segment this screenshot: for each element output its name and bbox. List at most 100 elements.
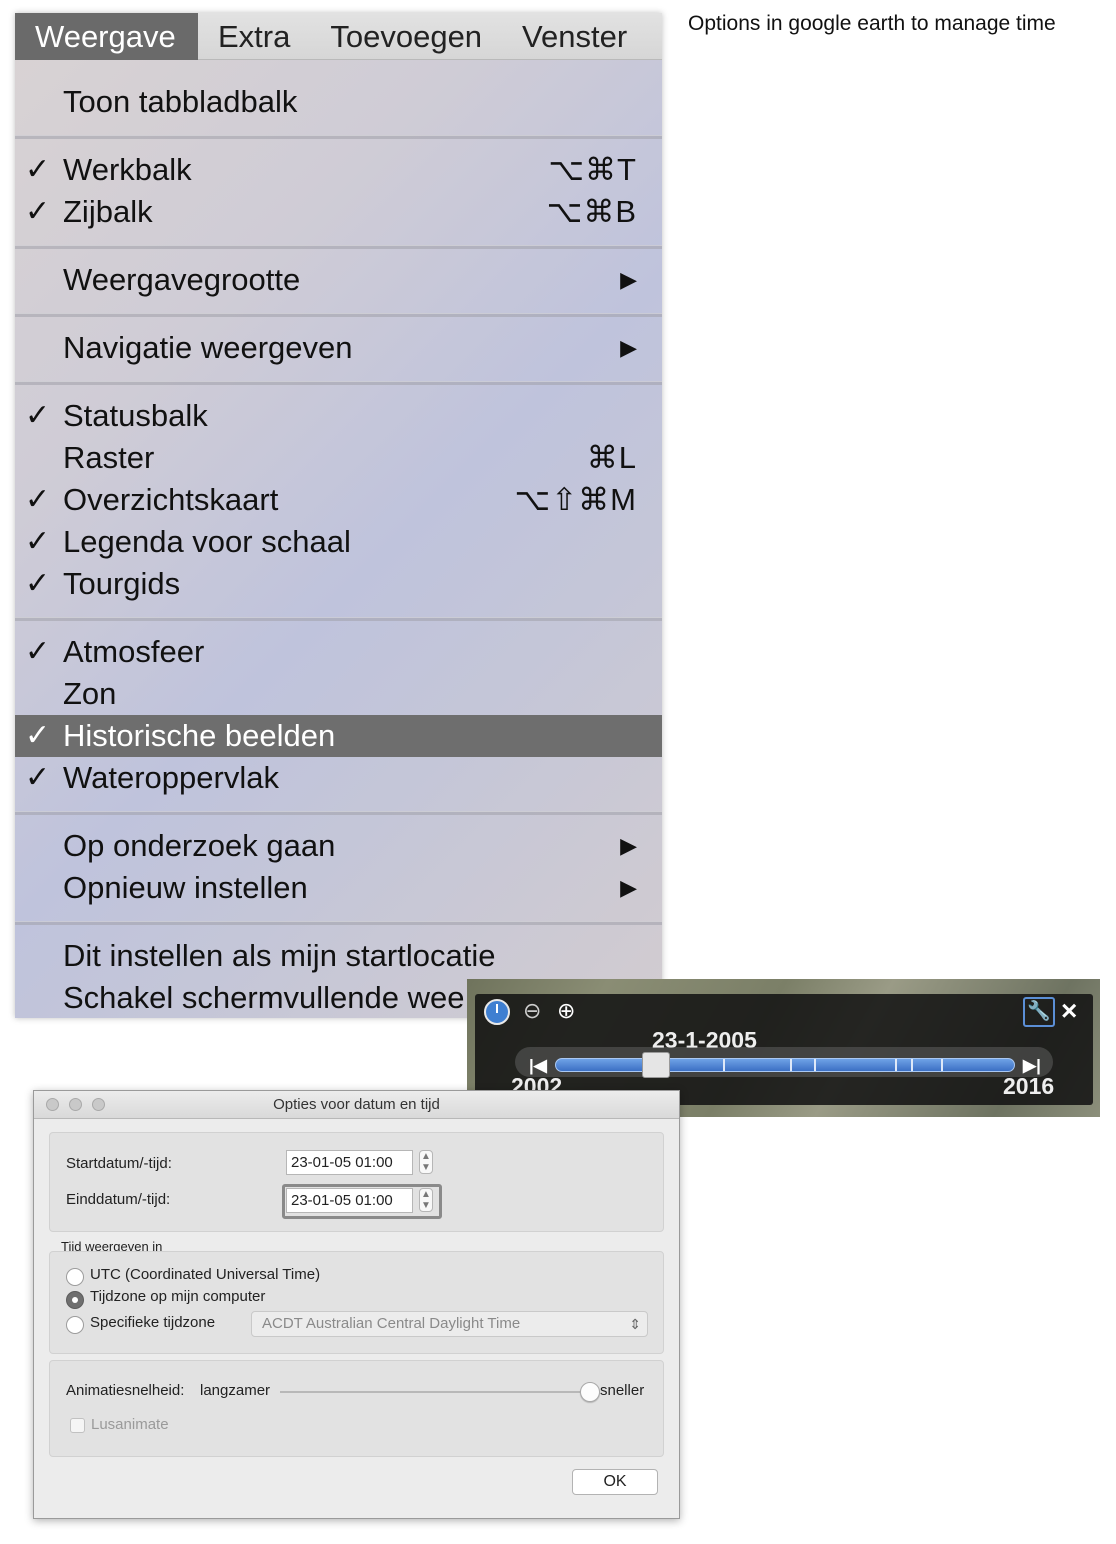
checkmark-icon: ✓ — [25, 567, 51, 600]
close-icon[interactable]: × — [1061, 996, 1077, 1026]
menu-separator — [15, 381, 662, 385]
submenu-arrow-icon: ▶ — [620, 335, 637, 360]
keyboard-shortcut: ⌘L — [586, 440, 637, 475]
slower-label: langzamer — [200, 1382, 271, 1399]
checkmark-icon: ✓ — [25, 635, 51, 668]
timezone-select[interactable]: ACDT Australian Central Daylight Time ⇕ — [251, 1311, 648, 1337]
caption-text: Options in google earth to manage time — [688, 12, 1056, 35]
keyboard-shortcut: ⌥⌘B — [546, 194, 637, 229]
end-datetime-stepper[interactable]: ▲ ▼ — [419, 1188, 433, 1212]
timeline-tick — [723, 1059, 725, 1071]
menu-separator — [15, 921, 662, 925]
menu-item-label: Schakel schermvullende wee — [63, 980, 465, 1015]
local-timezone-radio[interactable] — [66, 1291, 84, 1309]
menu-separator — [15, 245, 662, 249]
utc-radio-label: UTC (Coordinated Universal Time) — [90, 1266, 321, 1283]
menu-item-zon[interactable]: Zon — [15, 673, 662, 715]
zoom-in-icon[interactable]: ⊕ — [557, 998, 575, 1024]
checkmark-icon: ✓ — [25, 761, 51, 794]
menu-item-dit-instellen-als-mijn-startlocatie[interactable]: Dit instellen als mijn startlocatie — [15, 935, 662, 977]
timeline-tick — [941, 1059, 943, 1071]
start-datetime-stepper[interactable]: ▲ ▼ — [419, 1150, 433, 1174]
wrench-icon[interactable]: 🔧 — [1023, 997, 1055, 1027]
menu-item-navigatie-weergeven[interactable]: Navigatie weergeven ▶ — [15, 327, 662, 369]
checkmark-icon: ✓ — [25, 195, 51, 228]
menu-item-label: Weergavegrootte — [63, 262, 301, 297]
local-timezone-radio-label: Tijdzone op mijn computer — [90, 1288, 266, 1305]
menu-item-werkbalk[interactable]: ✓ Werkbalk ⌥⌘T — [15, 149, 662, 191]
submenu-arrow-icon: ▶ — [620, 875, 637, 900]
timezone-panel: UTC (Coordinated Universal Time) Tijdzon… — [49, 1251, 664, 1354]
menu-separator — [15, 135, 662, 139]
end-datetime-field[interactable]: 23-01-05 01:00 — [286, 1188, 413, 1213]
timeline-tick — [895, 1059, 897, 1071]
keyboard-shortcut: ⌥⌘T — [548, 152, 637, 187]
menu-item-label: Raster — [63, 440, 155, 475]
menubar-item-toevoegen[interactable]: Toevoegen — [310, 13, 502, 60]
timeline-end-year: 2016 — [1003, 1073, 1055, 1099]
ok-button[interactable]: OK — [572, 1469, 658, 1495]
utc-radio[interactable] — [66, 1268, 84, 1286]
animation-speed-track[interactable] — [280, 1391, 590, 1393]
menu-item-label: Toon tabbladbalk — [63, 84, 298, 119]
timeline-thumb[interactable] — [642, 1052, 670, 1078]
start-datetime-label: Startdatum/-tijd: — [66, 1155, 172, 1172]
menu-item-overzichtskaart[interactable]: ✓ Overzichtskaart ⌥⇧⌘M — [15, 479, 662, 521]
menu-item-label: Werkbalk — [63, 152, 192, 187]
view-menu-window: Weergave Extra Toevoegen Venster Toon tabbl… — [15, 13, 662, 1018]
animation-panel: Animatiesnelheid: langzamer sneller Lusa… — [49, 1360, 664, 1457]
menu-item-atmosfeer[interactable]: ✓ Atmosfeer — [15, 631, 662, 673]
menu-item-legenda-voor-schaal[interactable]: ✓ Legenda voor schaal — [15, 521, 662, 563]
menu-item-opnieuw-instellen[interactable]: Opnieuw instellen ▶ — [15, 867, 662, 909]
timeline-slider-bar[interactable] — [555, 1058, 1015, 1072]
menu-item-label: Atmosfeer — [63, 634, 205, 669]
start-datetime-field[interactable]: 23-01-05 01:00 — [286, 1150, 413, 1175]
menubar-item-weergave[interactable]: Weergave — [15, 13, 198, 60]
menu-item-op-onderzoek-gaan[interactable]: Op onderzoek gaan ▶ — [15, 825, 662, 867]
menu-separator — [15, 811, 662, 815]
loop-animation-checkbox[interactable] — [70, 1418, 85, 1433]
menu-item-label: Wateroppervlak — [63, 760, 279, 795]
chevron-updown-icon: ⇕ — [629, 1316, 641, 1332]
menu-item-label: Op onderzoek gaan — [63, 828, 336, 863]
menu-item-raster[interactable]: Raster ⌘L — [15, 437, 662, 479]
menu-separator — [15, 313, 662, 317]
end-datetime-label: Einddatum/-tijd: — [66, 1191, 171, 1208]
menu-item-label: Legenda voor schaal — [63, 524, 351, 559]
menu-item-statusbalk[interactable]: ✓ Statusbalk — [15, 395, 662, 437]
menu-item-toon-tabbladbalk[interactable]: Toon tabbladbalk — [15, 81, 662, 123]
menubar-item-extra[interactable]: Extra — [198, 13, 310, 60]
dialog-titlebar: Opties voor datum en tijd — [34, 1091, 679, 1119]
submenu-arrow-icon: ▶ — [620, 833, 637, 858]
menubar-item-venster[interactable]: Venster — [502, 13, 647, 60]
menu-item-zijbalk[interactable]: ✓ Zijbalk ⌥⌘B — [15, 191, 662, 233]
specific-timezone-radio-label: Specifieke tijdzone — [90, 1314, 216, 1331]
date-range-panel: Startdatum/-tijd: 23-01-05 01:00 ▲ ▼ Eind… — [49, 1132, 664, 1232]
checkmark-icon: ✓ — [25, 399, 51, 432]
menu-item-label: Tourgids — [63, 566, 181, 601]
menu-item-label: Overzichtskaart — [63, 482, 279, 517]
menu-bar: Weergave Extra Toevoegen Venster — [15, 13, 662, 60]
animation-speed-label: Animatiesnelheid: — [66, 1382, 185, 1399]
timeline-tick — [814, 1059, 816, 1071]
menu-item-tourgids[interactable]: ✓ Tourgids — [15, 563, 662, 605]
submenu-arrow-icon: ▶ — [620, 267, 637, 292]
menu-item-label: Zon — [63, 676, 117, 711]
menu-item-historische-beelden[interactable]: ✓ Historische beelden — [15, 715, 662, 757]
checkmark-icon: ✓ — [25, 719, 51, 752]
zoom-out-icon[interactable]: ⊖ — [523, 998, 541, 1024]
menu-item-label: Navigatie weergeven — [63, 330, 353, 365]
menu-item-weergavegrootte[interactable]: Weergavegrootte ▶ — [15, 259, 662, 301]
checkmark-icon: ✓ — [25, 153, 51, 186]
dialog-title: Opties voor datum en tijd — [273, 1096, 440, 1113]
menu-item-label: Statusbalk — [63, 398, 208, 433]
menu-item-wateroppervlak[interactable]: ✓ Wateroppervlak — [15, 757, 662, 799]
menu-item-label: Opnieuw instellen — [63, 870, 308, 905]
menu-item-label: Historische beelden — [63, 718, 336, 753]
specific-timezone-radio[interactable] — [66, 1316, 84, 1334]
clock-icon[interactable] — [484, 999, 510, 1025]
keyboard-shortcut: ⌥⇧⌘M — [514, 482, 637, 517]
loop-animation-label: Lusanimate — [91, 1416, 169, 1433]
menu-item-label: Dit instellen als mijn startlocatie — [63, 938, 496, 973]
animation-speed-knob[interactable] — [580, 1382, 600, 1402]
